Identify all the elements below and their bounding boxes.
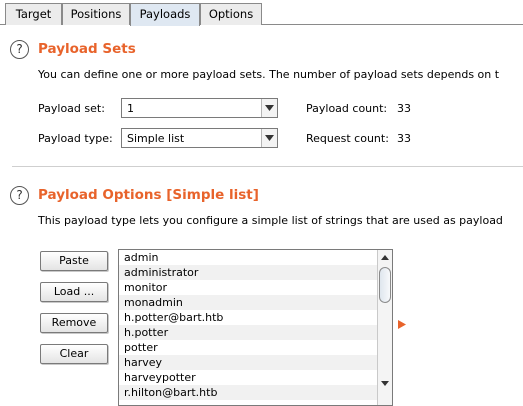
list-item[interactable]: harvey bbox=[119, 355, 378, 370]
tab-target[interactable]: Target bbox=[5, 3, 62, 25]
chevron-down-icon bbox=[261, 129, 277, 147]
chevron-down-icon bbox=[261, 99, 277, 117]
section-divider bbox=[12, 166, 523, 167]
payload-count-label: Payload count: bbox=[306, 102, 388, 115]
list-item[interactable]: monitor bbox=[119, 280, 378, 295]
clear-button[interactable]: Clear bbox=[40, 344, 108, 364]
scroll-down-icon[interactable] bbox=[378, 376, 392, 390]
payload-sets-description: You can define one or more payload sets.… bbox=[38, 68, 500, 81]
payload-type-value: Simple list bbox=[127, 132, 185, 145]
payload-options-title: Payload Options [Simple list] bbox=[38, 187, 259, 203]
payload-count-value: 33 bbox=[397, 102, 411, 115]
tab-positions[interactable]: Positions bbox=[62, 3, 130, 25]
payload-sets-title: Payload Sets bbox=[38, 41, 136, 57]
payload-list[interactable]: admin administrator monitor monadmin h.p… bbox=[118, 249, 393, 406]
list-item[interactable]: potter bbox=[119, 340, 378, 355]
payload-set-value: 1 bbox=[127, 102, 134, 115]
payload-sets-help-icon[interactable]: ? bbox=[10, 40, 29, 59]
tab-payloads[interactable]: Payloads bbox=[130, 3, 200, 26]
payload-set-label: Payload set: bbox=[38, 102, 105, 115]
scrollbar-thumb[interactable] bbox=[379, 267, 391, 303]
payload-type-select[interactable]: Simple list bbox=[121, 128, 278, 148]
payload-options-description: This payload type lets you configure a s… bbox=[38, 214, 503, 227]
load-button[interactable]: Load ... bbox=[40, 282, 108, 302]
insert-marker-icon bbox=[398, 319, 406, 332]
vertical-scrollbar[interactable] bbox=[377, 250, 392, 405]
list-item[interactable]: monadmin bbox=[119, 295, 378, 310]
remove-button[interactable]: Remove bbox=[40, 313, 108, 333]
list-item[interactable]: admin bbox=[119, 250, 378, 265]
scroll-up-icon[interactable] bbox=[378, 251, 392, 265]
payload-options-help-icon[interactable]: ? bbox=[10, 186, 29, 205]
request-count-value: 33 bbox=[397, 132, 411, 145]
tab-options[interactable]: Options bbox=[200, 3, 262, 25]
request-count-label: Request count: bbox=[306, 132, 389, 145]
paste-button[interactable]: Paste bbox=[40, 251, 108, 271]
payload-list-rows: admin administrator monitor monadmin h.p… bbox=[119, 250, 378, 400]
list-item[interactable]: administrator bbox=[119, 265, 378, 280]
list-item[interactable]: h.potter bbox=[119, 325, 378, 340]
list-item[interactable]: h.potter@bart.htb bbox=[119, 310, 378, 325]
list-item[interactable]: harveypotter bbox=[119, 370, 378, 385]
tab-bar: Target Positions Payloads Options bbox=[0, 0, 523, 26]
list-item[interactable]: r.hilton@bart.htb bbox=[119, 385, 378, 400]
payload-set-select[interactable]: 1 bbox=[121, 98, 278, 118]
payload-type-label: Payload type: bbox=[38, 132, 113, 145]
